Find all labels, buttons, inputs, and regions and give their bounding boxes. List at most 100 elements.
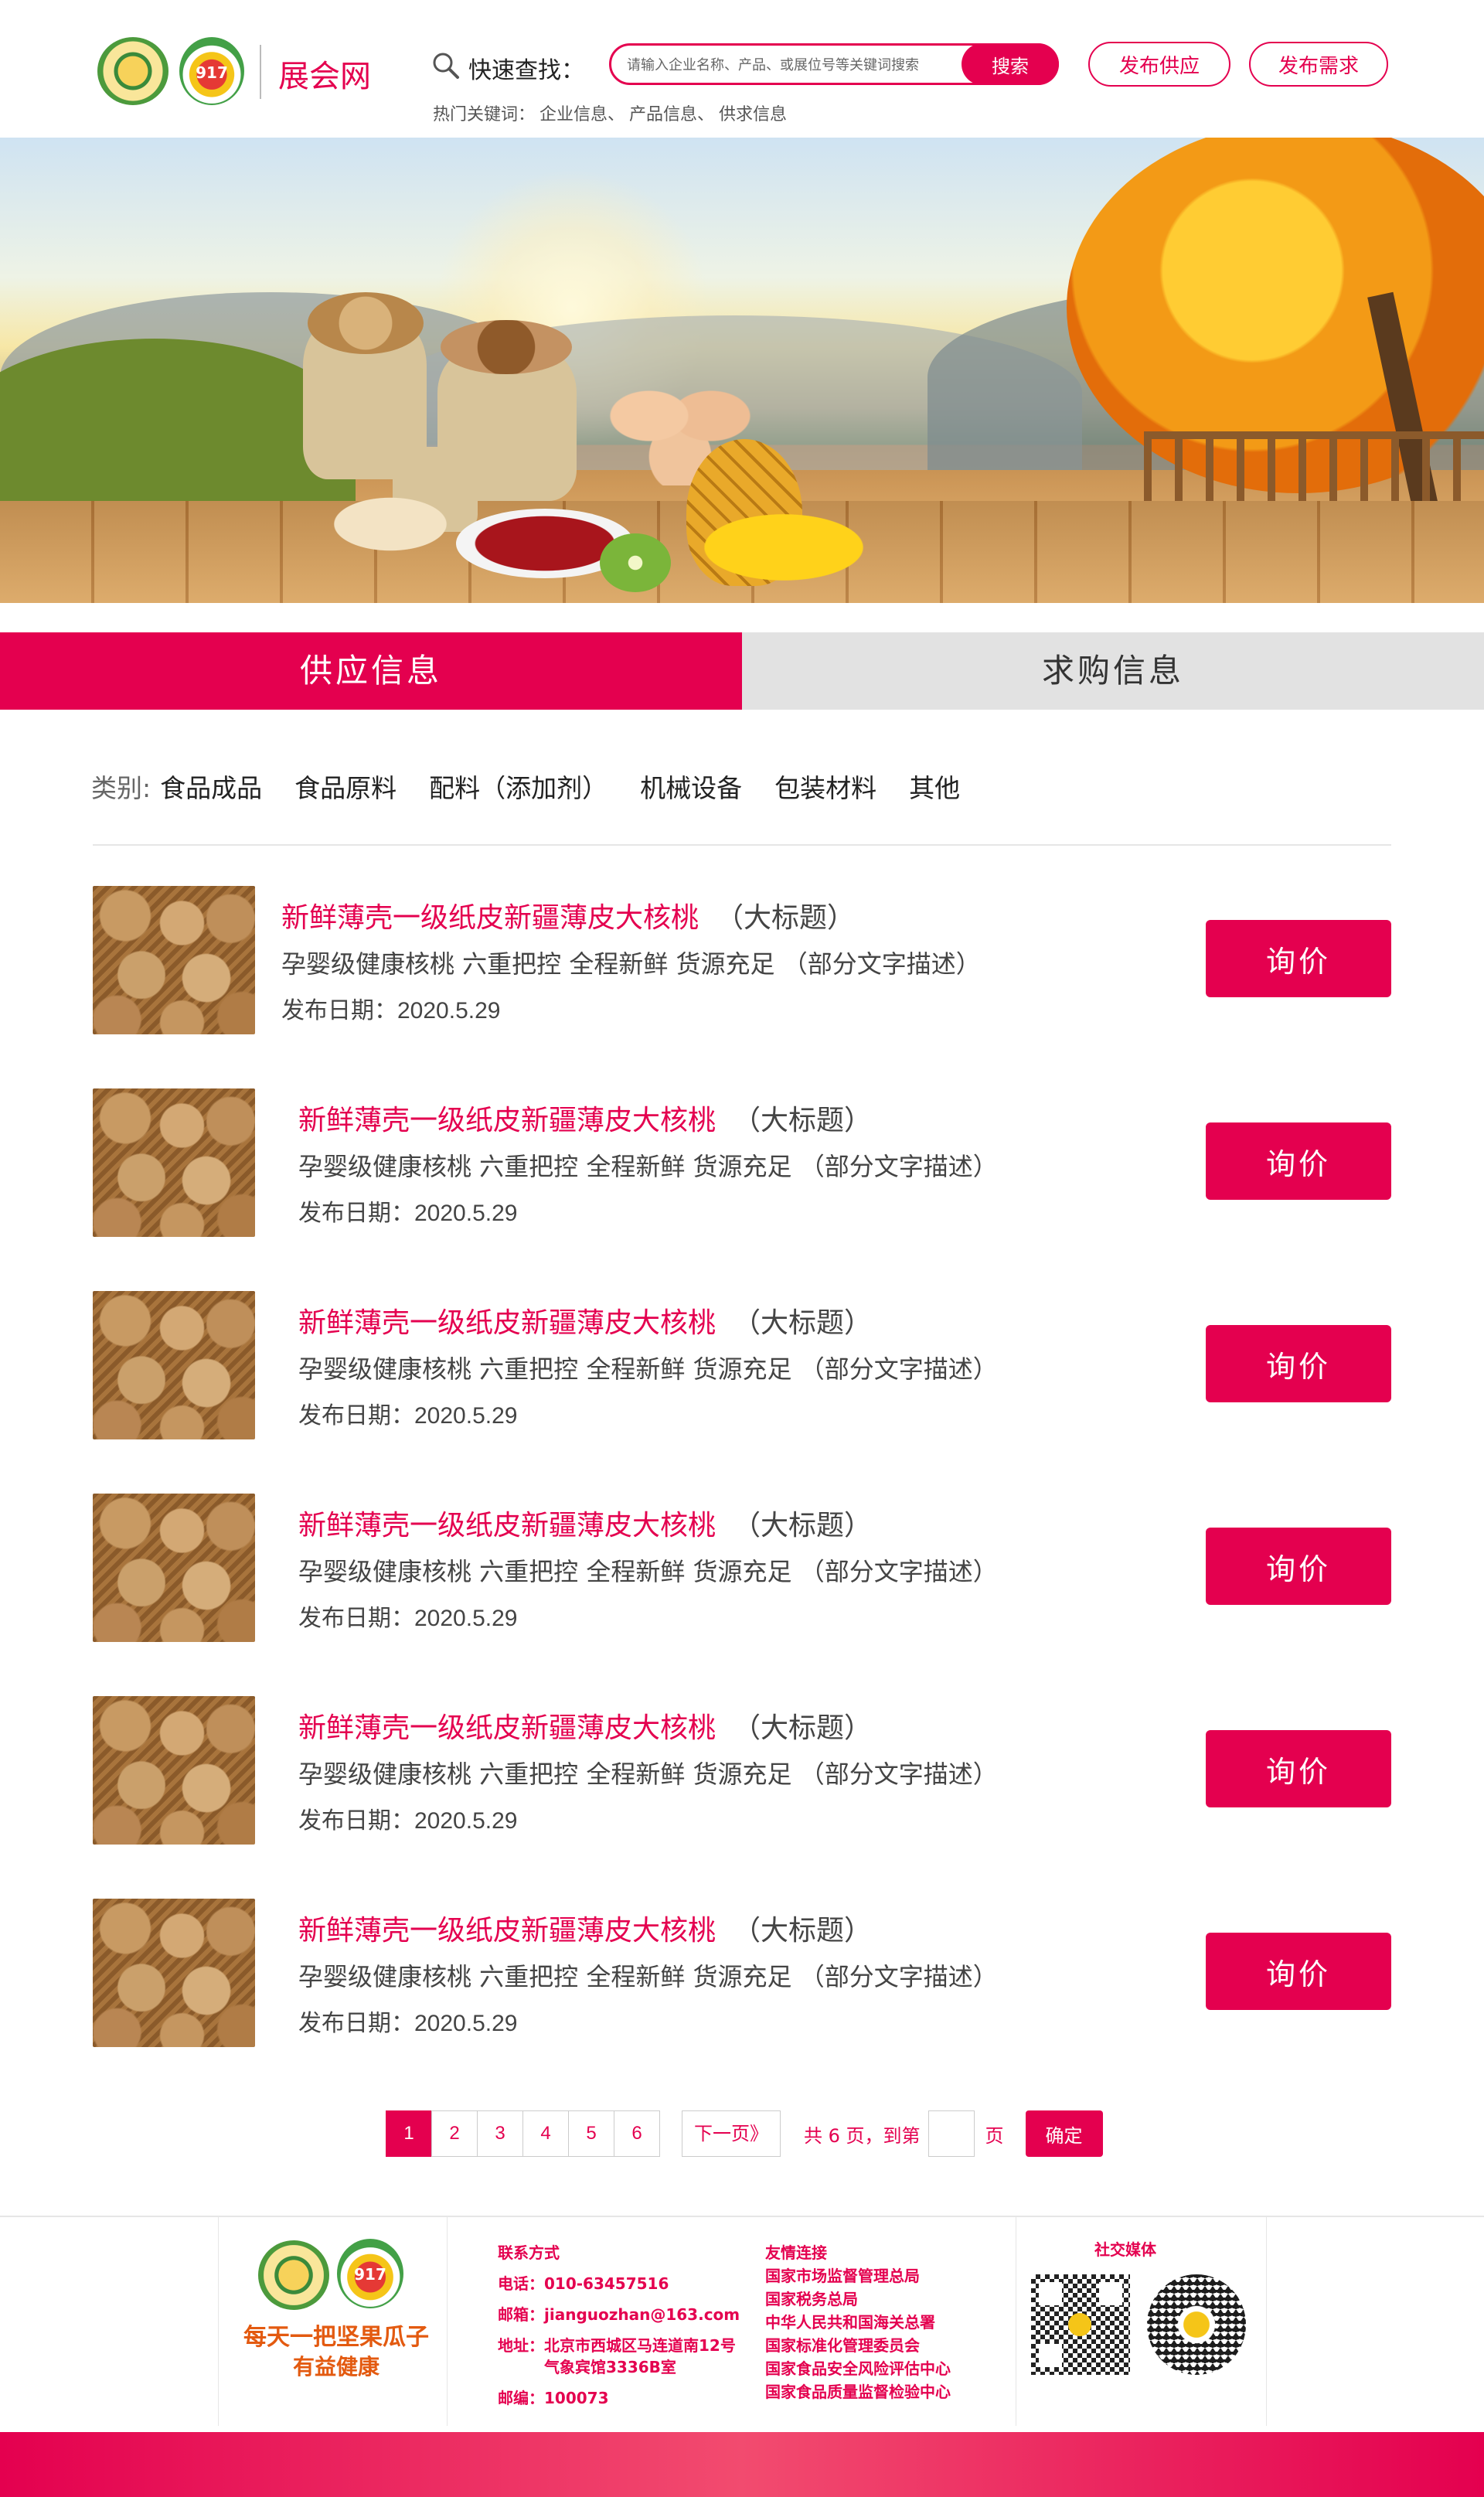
item-title-text[interactable]: 新鲜薄壳一级纸皮新疆薄皮大核桃 xyxy=(298,1307,716,1339)
item-description: 孕婴级健康核桃 六重把控 全程新鲜 货源充足 （部分文字描述） xyxy=(298,1962,998,1991)
list-item: 新鲜薄壳一级纸皮新疆薄皮大核桃 （大标题） 孕婴级健康核桃 六重把控 全程新鲜 货… xyxy=(0,880,1484,1034)
walnut-thumbnail[interactable] xyxy=(93,886,255,1034)
page-3[interactable]: 3 xyxy=(477,2110,523,2157)
item-date: 发布日期：2020.5.29 xyxy=(298,1194,517,1228)
category-item[interactable]: 食品成品 xyxy=(160,768,262,805)
item-description: 孕婴级健康核桃 六重把控 全程新鲜 货源充足 （部分文字描述） xyxy=(281,949,981,979)
logo-917-text: 917 xyxy=(196,63,228,82)
footer-slogan: 每天一把坚果瓜子 xyxy=(243,2324,429,2351)
tab-demand-info[interactable]: 求购信息 xyxy=(742,632,1484,710)
category-item[interactable]: 食品原料 xyxy=(294,768,397,805)
inquiry-button[interactable]: 询价 xyxy=(1206,1122,1391,1200)
contact-email[interactable]: 邮箱：jianguozhan@163.com xyxy=(498,2302,740,2325)
item-title[interactable]: 新鲜薄壳一级纸皮新疆薄皮大核桃 （大标题） xyxy=(298,1300,872,1340)
friend-link[interactable]: 国家标准化管理委员会 xyxy=(765,2333,920,2356)
item-date-label: 发布日期： xyxy=(298,2010,414,2037)
category-item[interactable]: 其他 xyxy=(909,768,960,805)
item-title[interactable]: 新鲜薄壳一级纸皮新疆薄皮大核桃 （大标题） xyxy=(281,895,855,935)
footer-column-divider xyxy=(447,2217,448,2426)
hot-keyword-link[interactable]: 供求信息 xyxy=(719,105,787,124)
item-title-text[interactable]: 新鲜薄壳一级纸皮新疆薄皮大核桃 xyxy=(298,1915,716,1947)
list-item: 新鲜薄壳一级纸皮新疆薄皮大核桃 （大标题） 孕婴级健康核桃 六重把控 全程新鲜 货… xyxy=(0,1285,1484,1439)
item-date: 发布日期：2020.5.29 xyxy=(298,1801,517,1835)
item-title-tag: （大标题） xyxy=(733,1510,873,1541)
inquiry-button[interactable]: 询价 xyxy=(1206,1933,1391,2010)
quick-search-label: 快速查找： xyxy=(468,57,584,84)
item-title-text[interactable]: 新鲜薄壳一级纸皮新疆薄皮大核桃 xyxy=(298,1712,716,1744)
category-label: 类别: xyxy=(91,773,151,803)
list-item: 新鲜薄壳一级纸皮新疆薄皮大核桃 （大标题） 孕婴级健康核桃 六重把控 全程新鲜 货… xyxy=(0,1487,1484,1642)
page-2[interactable]: 2 xyxy=(431,2110,478,2157)
walnut-thumbnail[interactable] xyxy=(93,1899,255,2047)
item-title-tag: （大标题） xyxy=(733,1307,873,1339)
search-icon xyxy=(433,53,459,79)
item-title-text[interactable]: 新鲜薄壳一级纸皮新疆薄皮大核桃 xyxy=(298,1105,716,1136)
pagination: 1 2 3 4 5 6 下一页》 共 6 页，到第 页 确定 xyxy=(386,2110,1103,2157)
walnut-thumbnail[interactable] xyxy=(93,1088,255,1237)
item-title[interactable]: 新鲜薄壳一级纸皮新疆薄皮大核桃 （大标题） xyxy=(298,1908,872,1948)
fruit-slices-image xyxy=(691,509,876,586)
inquiry-button[interactable]: 询价 xyxy=(1206,1730,1391,1807)
contact-address-line2: 气象宾馆3336B室 xyxy=(498,2358,676,2376)
walnut-thumbnail[interactable] xyxy=(93,1291,255,1439)
category-item[interactable]: 配料（添加剂） xyxy=(429,768,608,805)
publish-demand-button[interactable]: 发布需求 xyxy=(1249,42,1388,87)
footer-brand-logo-icon xyxy=(258,2240,329,2310)
links-heading: 友情连接 xyxy=(765,2243,827,2262)
search-input[interactable] xyxy=(627,53,959,77)
footer-column-divider xyxy=(1266,2217,1267,2426)
total-pages-text: 共 6 页，到第 xyxy=(804,2124,921,2147)
page-1[interactable]: 1 xyxy=(386,2110,432,2157)
kiwi-image xyxy=(600,533,671,592)
friend-link[interactable]: 国家食品安全风险评估中心 xyxy=(765,2356,951,2379)
site-name[interactable]: 展会网 xyxy=(278,51,371,96)
walnut-thumbnail[interactable] xyxy=(93,1696,255,1845)
list-item: 新鲜薄壳一级纸皮新疆薄皮大核桃 （大标题） 孕婴级健康核桃 六重把控 全程新鲜 货… xyxy=(0,1690,1484,1845)
hero-banner xyxy=(0,138,1484,603)
category-item[interactable]: 包装材料 xyxy=(774,768,876,805)
wooden-railing xyxy=(1144,431,1484,501)
page-4[interactable]: 4 xyxy=(522,2110,569,2157)
walnut-thumbnail[interactable] xyxy=(93,1494,255,1642)
friend-link[interactable]: 国家税务总局 xyxy=(765,2287,858,2309)
cashew-image xyxy=(325,493,456,555)
next-page-button[interactable]: 下一页》 xyxy=(682,2110,781,2157)
category-item[interactable]: 机械设备 xyxy=(640,768,742,805)
item-date-label: 发布日期： xyxy=(298,1605,414,1632)
hot-keyword-link[interactable]: 产品信息、 xyxy=(629,105,714,124)
page-5[interactable]: 5 xyxy=(568,2110,614,2157)
confirm-jump-button[interactable]: 确定 xyxy=(1025,2110,1103,2157)
inquiry-button[interactable]: 询价 xyxy=(1206,1325,1391,1402)
item-title-text[interactable]: 新鲜薄壳一级纸皮新疆薄皮大核桃 xyxy=(281,902,699,934)
friend-link[interactable]: 国家食品质量监督检验中心 xyxy=(765,2379,951,2402)
item-title[interactable]: 新鲜薄壳一级纸皮新疆薄皮大核桃 （大标题） xyxy=(298,1503,872,1543)
publish-supply-button[interactable]: 发布供应 xyxy=(1088,42,1230,87)
site-footer xyxy=(0,2217,1484,2427)
contact-heading: 联系方式 xyxy=(498,2243,560,2262)
item-title-text[interactable]: 新鲜薄壳一级纸皮新疆薄皮大核桃 xyxy=(298,1510,716,1541)
hot-keyword-link[interactable]: 企业信息、 xyxy=(539,105,625,124)
item-date-value: 2020.5.29 xyxy=(414,2011,518,2036)
item-title[interactable]: 新鲜薄壳一级纸皮新疆薄皮大核桃 （大标题） xyxy=(298,1705,872,1746)
page-6[interactable]: 6 xyxy=(614,2110,660,2157)
item-date: 发布日期：2020.5.29 xyxy=(298,1396,517,1430)
footer-bottom-bar xyxy=(0,2432,1484,2497)
917-logo-icon[interactable]: 917 xyxy=(179,37,244,105)
item-date-value: 2020.5.29 xyxy=(414,1808,518,1834)
search-button[interactable]: 搜索 xyxy=(962,43,1059,85)
page-unit-text: 页 xyxy=(985,2124,1004,2147)
inquiry-button[interactable]: 询价 xyxy=(1206,1528,1391,1605)
brand-logo-icon[interactable] xyxy=(97,37,168,105)
miniprogram-qr-code-icon xyxy=(1147,2274,1246,2375)
qr-center-logo xyxy=(1068,2313,1091,2336)
logo-divider xyxy=(260,45,261,99)
friend-link[interactable]: 中华人民共和国海关总署 xyxy=(765,2310,935,2332)
tab-supply-info[interactable]: 供应信息 xyxy=(0,632,742,710)
item-title-tag: （大标题） xyxy=(716,902,856,934)
page-jump-input[interactable] xyxy=(928,2110,975,2157)
site-header: 917 展会网 快速查找： 搜索 热门关键词：企业信息、产品信息、供求信息 发布… xyxy=(0,0,1484,138)
inquiry-button[interactable]: 询价 xyxy=(1206,920,1391,997)
friend-link[interactable]: 国家市场监督管理总局 xyxy=(765,2264,920,2286)
item-title[interactable]: 新鲜薄壳一级纸皮新疆薄皮大核桃 （大标题） xyxy=(298,1098,872,1138)
item-date-label: 发布日期： xyxy=(298,1402,414,1429)
